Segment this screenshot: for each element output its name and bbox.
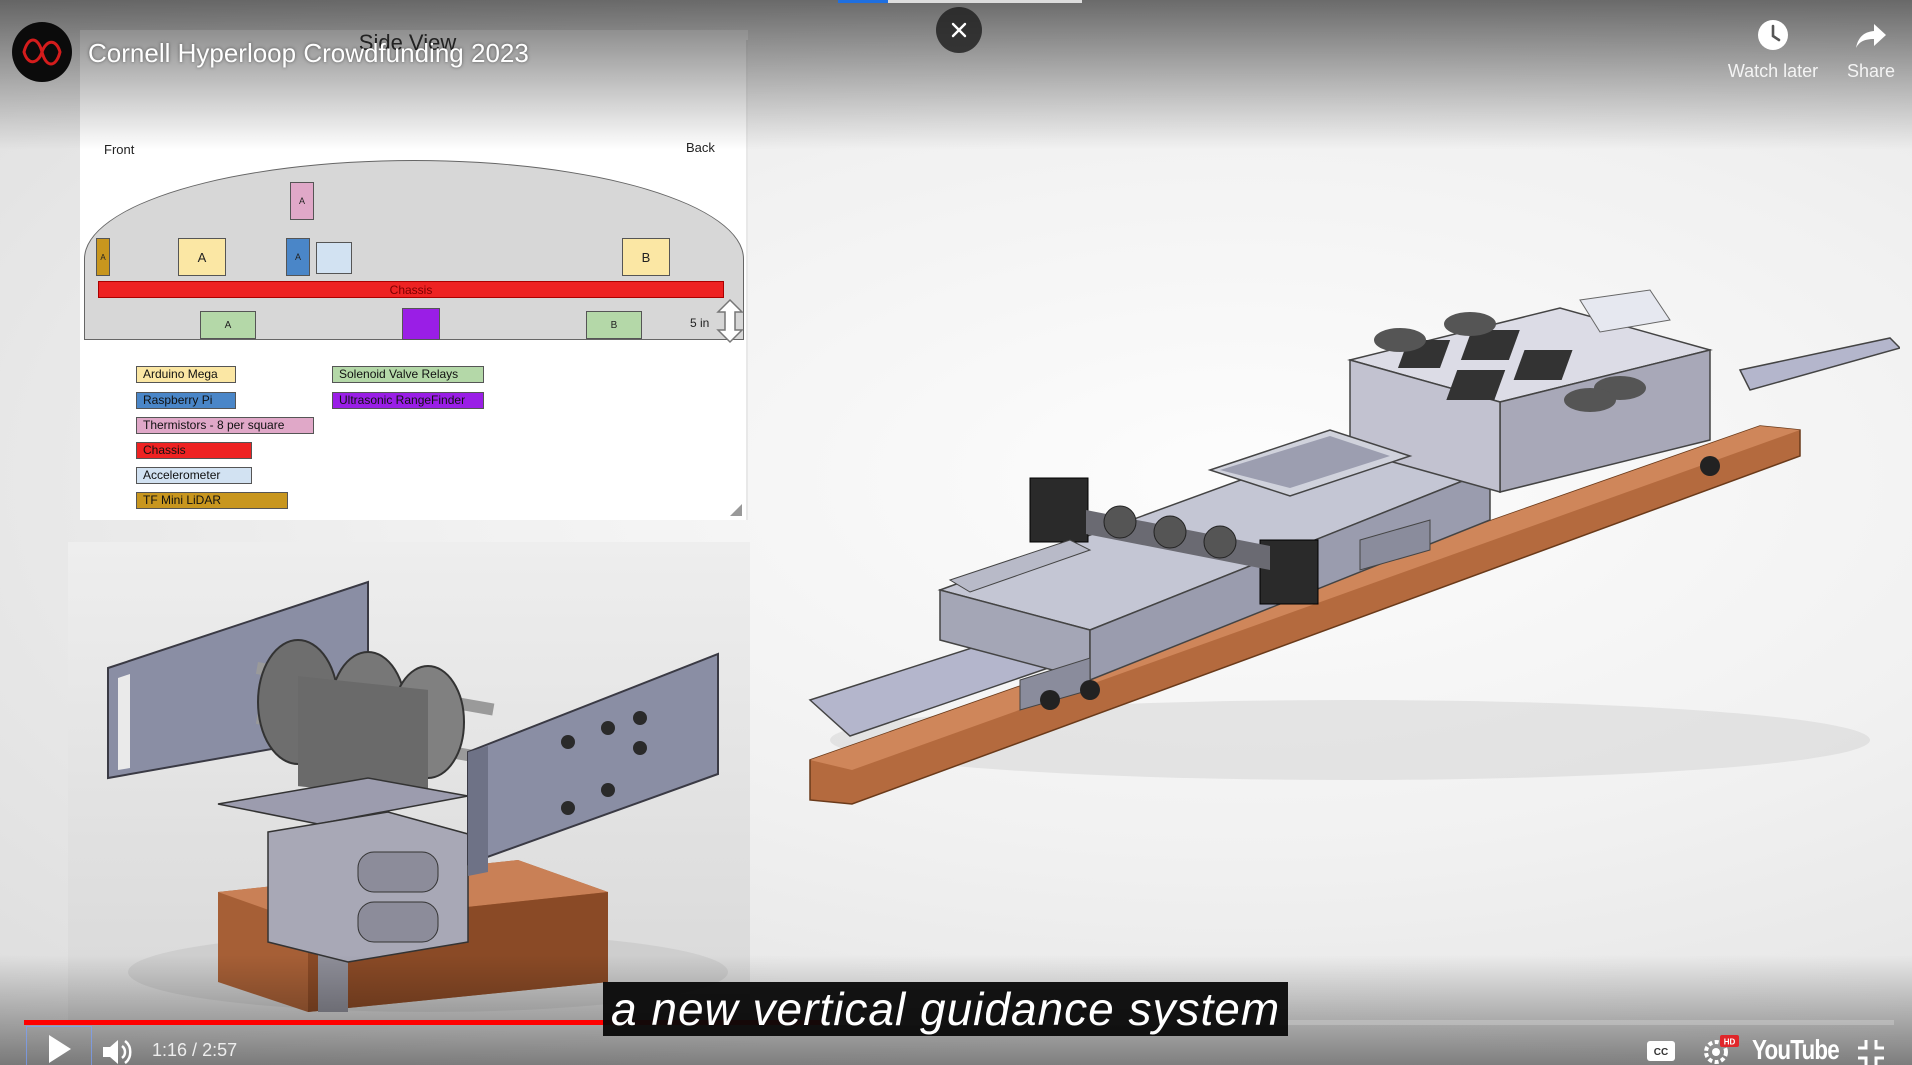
close-icon: [951, 22, 967, 38]
pod-assembly-render: [790, 280, 1900, 840]
video-title[interactable]: Cornell Hyperloop Crowdfunding 2023: [88, 38, 529, 69]
close-button[interactable]: [936, 7, 982, 53]
share-button[interactable]: Share: [1816, 18, 1912, 82]
thermistor-block: A: [290, 182, 314, 220]
legend-arduino-mega: Arduino Mega: [136, 366, 236, 383]
legend-ultrasonic-rangefinder: Ultrasonic RangeFinder: [332, 392, 484, 409]
time-separator: /: [187, 1040, 203, 1060]
subtitles-button[interactable]: CC: [1646, 1040, 1676, 1065]
closed-captions-icon: CC: [1647, 1041, 1675, 1061]
gear-icon: HD: [1704, 1035, 1739, 1064]
resize-handle-icon: [730, 504, 742, 516]
rangefinder-block: [402, 308, 440, 340]
closed-caption: a new vertical guidance system: [603, 982, 1289, 1036]
share-label: Share: [1846, 61, 1896, 81]
accelerometer-block: [316, 242, 352, 274]
play-button[interactable]: [26, 1026, 92, 1065]
exit-fullscreen-button[interactable]: [1856, 1038, 1886, 1065]
volume-button[interactable]: [100, 1036, 136, 1065]
legend-chassis: Chassis: [136, 442, 252, 459]
dimension-label: 5 in: [690, 316, 710, 330]
legend-raspberry-pi: Raspberry Pi: [136, 392, 236, 409]
channel-avatar[interactable]: [12, 22, 72, 82]
play-icon: [49, 1035, 71, 1063]
duration: 2:57: [202, 1040, 238, 1060]
watch-later-label: Watch later: [1727, 61, 1819, 81]
top-loading-bar: [838, 0, 1082, 3]
hd-badge: HD: [1724, 1038, 1736, 1047]
watch-later-button[interactable]: Watch later: [1718, 18, 1828, 82]
share-arrow-icon: [1856, 24, 1886, 48]
current-time: 1:16: [152, 1040, 188, 1060]
exit-fullscreen-icon: [1858, 1040, 1884, 1065]
arduino-block-b: B: [622, 238, 670, 276]
clock-icon: [1758, 20, 1788, 50]
legend-tf-mini-lidar: TF Mini LiDAR: [136, 492, 288, 509]
volume-icon: [103, 1039, 132, 1065]
legend-thermistors: Thermistors - 8 per square: [136, 417, 314, 434]
relay-block-b: B: [586, 311, 642, 339]
svg-text:CC: CC: [1654, 1047, 1668, 1058]
settings-button[interactable]: HD: [1702, 1034, 1740, 1065]
youtube-logo[interactable]: YouTube: [1752, 1034, 1840, 1065]
video-player[interactable]: Side View Front Back A A A A B Chassis A…: [0, 0, 1912, 1065]
legend-solenoid-valve-relays: Solenoid Valve Relays: [332, 366, 484, 383]
hyperloop-logo-icon: [13, 23, 71, 81]
dimension-arrow-icon: [716, 298, 744, 344]
legend-accelerometer: Accelerometer: [136, 467, 252, 484]
lidar-block: A: [96, 238, 110, 276]
relay-block-a: A: [200, 311, 256, 339]
chassis-bar: Chassis: [98, 281, 724, 298]
guidance-assembly-render: [68, 542, 750, 1022]
arduino-block-a: A: [178, 238, 226, 276]
raspberry-pi-block: A: [286, 238, 310, 276]
time-display: 1:16 / 2:57: [152, 1040, 237, 1061]
